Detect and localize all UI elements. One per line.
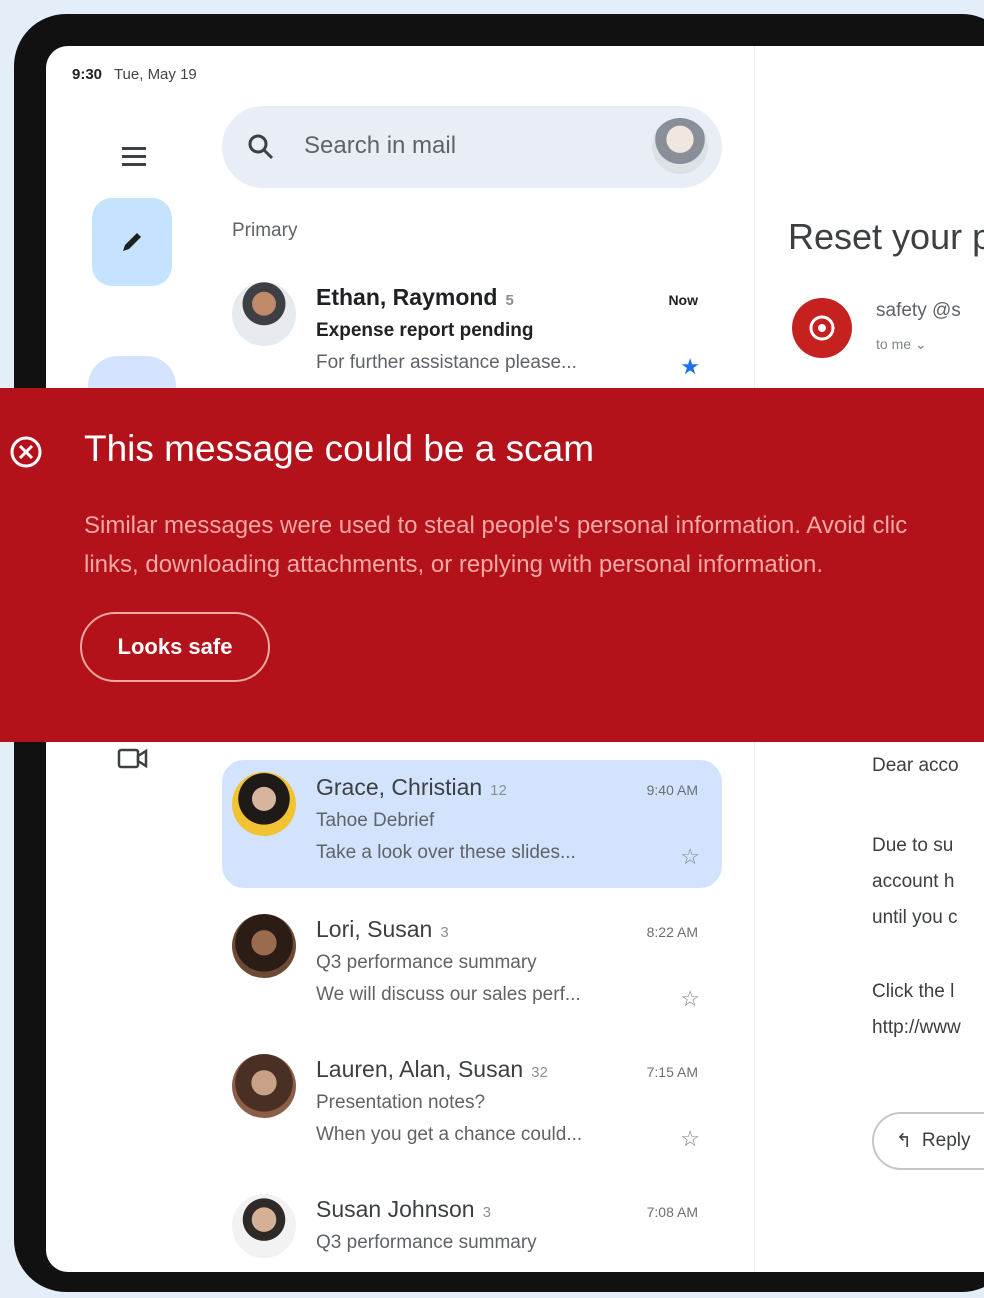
email-row[interactable]: Grace, Christian 12 Tahoe Debrief Take a … [222, 760, 722, 888]
thread-count: 32 [531, 1064, 548, 1081]
reply-button[interactable]: ↰ Reply [872, 1112, 984, 1170]
status-time: 9:30 [72, 66, 103, 83]
thread-count: 3 [440, 924, 449, 941]
email-subject: Expense report pending [316, 320, 534, 341]
message-body-line: account h [872, 871, 955, 892]
email-row[interactable]: Lauren, Alan, Susan 32 Presentation notes… [222, 1042, 722, 1170]
thread-count: 12 [490, 782, 507, 799]
search-icon [248, 134, 274, 160]
sender-name: Ethan, Raymond [316, 284, 498, 310]
email-row[interactable]: Lori, Susan 3 Q3 performance summary We w… [222, 902, 722, 1030]
reply-label: Reply [921, 1130, 971, 1151]
email-row[interactable]: Ethan, Raymond 5 Expense report pending F… [222, 270, 722, 398]
thread-count: 3 [482, 1204, 491, 1221]
sender-name: Grace, Christian [316, 774, 483, 800]
sender-name: Susan Johnson [316, 1196, 475, 1222]
warning-title: This message could be a scam [84, 428, 595, 469]
video-icon [117, 748, 148, 769]
email-subject: Presentation notes? [316, 1092, 486, 1113]
warning-body-line: Similar messages were used to steal peop… [84, 512, 908, 539]
star-icon[interactable]: ☆ [680, 986, 700, 1012]
message-body-line: Dear acco [872, 755, 959, 776]
message-link[interactable]: http://www [872, 1008, 961, 1048]
message-body-line: Due to su [872, 835, 954, 856]
email-sender: Grace, Christian 12 [316, 774, 507, 801]
avatar [232, 772, 296, 836]
email-sender: Susan Johnson 3 [316, 1196, 491, 1223]
meet-nav-button[interactable] [116, 746, 150, 772]
menu-icon [122, 147, 146, 166]
message-title: Reset your p [788, 216, 984, 257]
email-snippet: When you get a chance could... [316, 1124, 583, 1145]
star-icon[interactable]: ☆ [680, 844, 700, 870]
avatar [232, 282, 296, 346]
email-time: 7:15 AM [646, 1064, 698, 1080]
reply-icon: ↰ [896, 1130, 912, 1152]
avatar [232, 1194, 296, 1258]
message-body-line: Click the l [872, 981, 955, 1002]
account-avatar[interactable] [652, 118, 708, 174]
email-snippet: For further assistance please... [316, 352, 577, 373]
email-subject: Q3 performance summary [316, 1232, 537, 1253]
error-icon [809, 315, 835, 341]
email-time: 9:40 AM [646, 782, 698, 798]
email-subject: Q3 performance summary [316, 952, 537, 973]
menu-button[interactable] [114, 136, 154, 176]
avatar [232, 914, 296, 978]
email-sender: Lori, Susan 3 [316, 916, 449, 943]
search-placeholder[interactable]: Search in mail [304, 132, 456, 160]
email-time: Now [668, 292, 698, 308]
star-icon[interactable]: ☆ [680, 1126, 700, 1152]
email-snippet: Take a look over these slides... [316, 842, 576, 863]
message-recipient[interactable]: to me ⌄ [876, 336, 927, 353]
email-snippet: We will discuss our sales perf... [316, 984, 581, 1005]
error-icon [10, 436, 42, 468]
sender-name: Lori, Susan [316, 916, 433, 942]
status-date: Tue, May 19 [113, 66, 197, 83]
section-label-primary: Primary [232, 220, 298, 241]
warning-body-line: links, downloading attachments, or reply… [84, 551, 824, 578]
email-subject: Tahoe Debrief [316, 810, 435, 831]
star-icon[interactable]: ★ [680, 354, 700, 380]
recipient-label: to me [876, 336, 912, 352]
sender-name: Lauren, Alan, Susan [316, 1056, 524, 1082]
email-sender: Ethan, Raymond 5 [316, 284, 514, 311]
avatar [232, 1054, 296, 1118]
warning-body: Similar messages were used to steal peop… [84, 506, 984, 584]
email-sender: Lauren, Alan, Susan 32 [316, 1056, 548, 1083]
message-sender: safety @s [876, 300, 961, 321]
email-time: 8:22 AM [646, 924, 698, 940]
thread-count: 5 [505, 292, 514, 309]
email-time: 7:08 AM [646, 1204, 698, 1220]
looks-safe-button[interactable]: Looks safe [80, 612, 270, 682]
compose-button[interactable] [92, 198, 172, 286]
status-bar: 9:30 Tue, May 19 [72, 66, 197, 83]
chevron-down-icon: ⌄ [914, 336, 927, 352]
message-body-line: until you c [872, 907, 958, 928]
email-row[interactable]: Susan Johnson 3 Q3 performance summary 7:… [222, 1182, 722, 1272]
search-bar[interactable]: Search in mail [222, 106, 722, 188]
sender-badge [792, 298, 852, 358]
pencil-icon [123, 233, 141, 251]
